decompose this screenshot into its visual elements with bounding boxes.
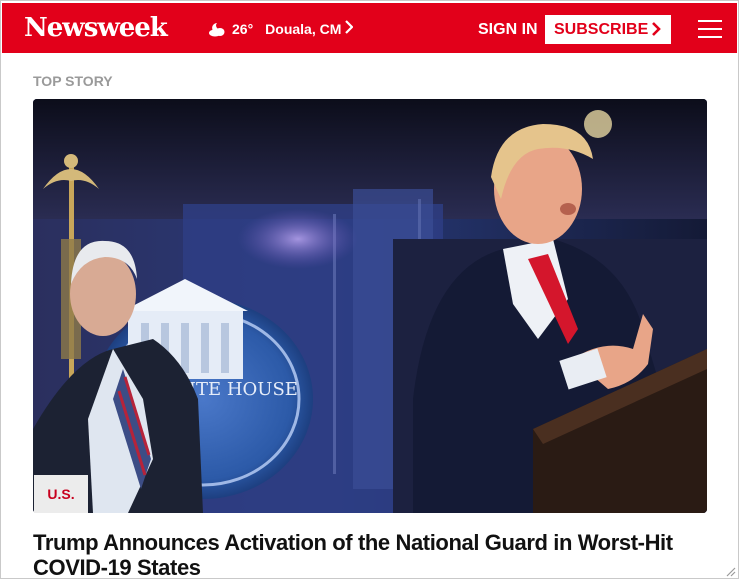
subscribe-button[interactable]: SUBSCRIBE: [545, 15, 671, 44]
category-tag[interactable]: U.S.: [34, 475, 88, 513]
menu-line: [698, 20, 722, 22]
resize-grip-icon[interactable]: [724, 564, 736, 577]
weather-location: Douala, CM: [265, 21, 342, 37]
top-story-image[interactable]: THE WHITE HOUSE: [33, 99, 707, 513]
menu-line: [698, 28, 722, 30]
browser-viewport: Newsweek 26° Douala, CM SIGN IN SUBSCRIB…: [0, 0, 739, 579]
newsweek-logo[interactable]: Newsweek: [24, 12, 168, 44]
chevron-right-icon: [651, 20, 661, 38]
menu-line: [698, 36, 722, 38]
section-label-top-story: TOP STORY: [33, 73, 113, 89]
subscribe-label: SUBSCRIBE: [554, 20, 649, 38]
partly-cloudy-night-icon: [208, 21, 228, 37]
weather-temperature: 26°: [232, 21, 254, 37]
hamburger-menu-icon[interactable]: [698, 18, 722, 40]
chevron-right-icon: [345, 20, 354, 38]
weather-widget[interactable]: 26° Douala, CM: [208, 19, 354, 39]
site-header: Newsweek 26° Douala, CM SIGN IN SUBSCRIB…: [2, 3, 737, 53]
story-headline[interactable]: Trump Announces Activation of the Nation…: [33, 530, 713, 578]
sign-in-link[interactable]: SIGN IN: [478, 20, 538, 40]
